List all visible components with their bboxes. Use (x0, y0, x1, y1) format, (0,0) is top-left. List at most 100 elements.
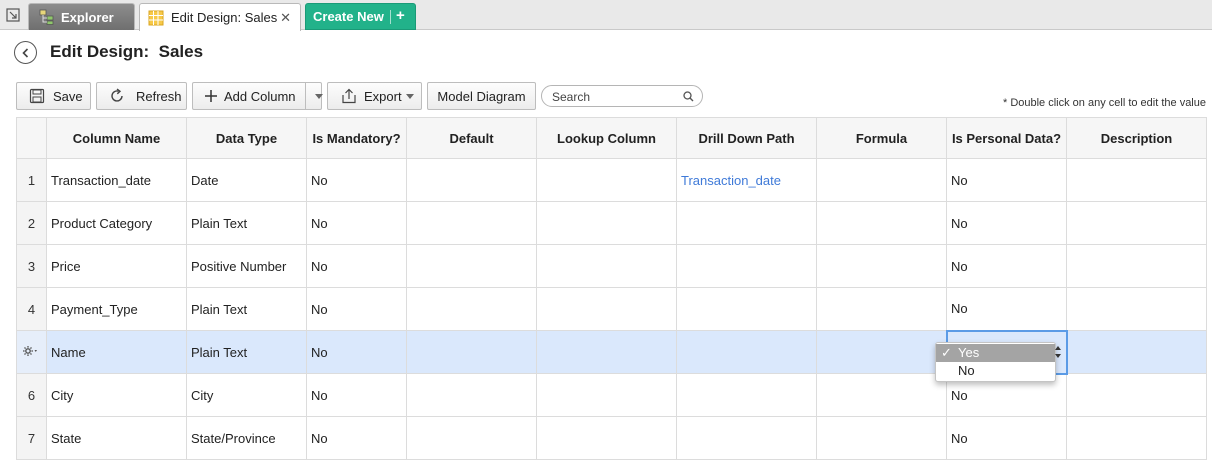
cell-mandatory[interactable]: No (306, 330, 407, 374)
cell-drill-down[interactable] (676, 244, 817, 288)
cell-default[interactable] (406, 330, 537, 374)
table-row[interactable]: 7 State State/Province No No (16, 416, 1207, 460)
plus-icon[interactable]: + (396, 7, 405, 24)
cell-mandatory[interactable]: No (306, 416, 407, 460)
cell-drill-down[interactable] (676, 201, 817, 245)
search-icon[interactable] (683, 91, 694, 102)
model-diagram-button[interactable]: Model Diagram (427, 82, 536, 110)
column-header[interactable]: Is Personal Data? (946, 117, 1067, 159)
column-header[interactable]: Drill Down Path (676, 117, 817, 159)
personal-data-dropdown[interactable]: ✓ Yes No (935, 342, 1056, 382)
cell-data-type[interactable]: City (186, 373, 307, 417)
column-header[interactable]: Description (1066, 117, 1207, 159)
cell-personal-data[interactable]: No (946, 287, 1067, 331)
cell-drill-down[interactable] (676, 330, 817, 374)
cell-column-name[interactable]: Transaction_date (46, 158, 187, 202)
cell-personal-data[interactable]: No (946, 201, 1067, 245)
column-header[interactable]: Lookup Column (536, 117, 677, 159)
search-box[interactable] (541, 85, 703, 107)
cell-lookup[interactable] (536, 244, 677, 288)
cell-description[interactable] (1066, 244, 1207, 288)
collapse-panel-icon[interactable] (6, 8, 20, 22)
dropdown-option-no[interactable]: No (936, 362, 1055, 380)
cell-personal-data[interactable]: No (946, 158, 1067, 202)
cell-formula[interactable] (816, 201, 947, 245)
cell-default[interactable] (406, 201, 537, 245)
dropdown-option-yes[interactable]: ✓ Yes (936, 344, 1055, 362)
table-row[interactable]: 4 Payment_Type Plain Text No No (16, 287, 1207, 331)
row-number: 6 (16, 373, 47, 417)
cell-data-type[interactable]: Date (186, 158, 307, 202)
cell-mandatory[interactable]: No (306, 287, 407, 331)
export-button[interactable]: Export (327, 82, 422, 110)
cell-description[interactable] (1066, 416, 1207, 460)
cell-column-name[interactable]: Product Category (46, 201, 187, 245)
cell-mandatory[interactable]: No (306, 201, 407, 245)
cell-formula[interactable] (816, 244, 947, 288)
add-column-button[interactable]: Add Column (192, 82, 323, 110)
header-row: Column Name Data Type Is Mandatory? Defa… (16, 117, 1207, 159)
cell-column-name[interactable]: State (46, 416, 187, 460)
cell-lookup[interactable] (536, 373, 677, 417)
cell-lookup[interactable] (536, 158, 677, 202)
cell-personal-data[interactable]: No (946, 244, 1067, 288)
cell-description[interactable] (1066, 158, 1207, 202)
column-header[interactable]: Formula (816, 117, 947, 159)
column-header[interactable]: Is Mandatory? (306, 117, 407, 159)
cell-data-type[interactable]: Plain Text (186, 201, 307, 245)
cell-column-name[interactable]: Price (46, 244, 187, 288)
tab-edit-design[interactable]: Edit Design: Sales ✕ (139, 3, 301, 31)
cell-default[interactable] (406, 158, 537, 202)
column-header[interactable]: Default (406, 117, 537, 159)
cell-mandatory[interactable]: No (306, 244, 407, 288)
column-header[interactable]: Column Name (46, 117, 187, 159)
cell-data-type[interactable]: Plain Text (186, 330, 307, 374)
cell-formula[interactable] (816, 416, 947, 460)
cell-mandatory[interactable]: No (306, 158, 407, 202)
cell-column-name[interactable]: Name (46, 330, 187, 374)
back-button[interactable] (14, 41, 37, 64)
column-header[interactable]: Data Type (186, 117, 307, 159)
cell-default[interactable] (406, 416, 537, 460)
refresh-button[interactable]: Refresh (96, 82, 187, 110)
add-column-dropdown[interactable] (305, 83, 323, 109)
cell-description[interactable] (1066, 287, 1207, 331)
cell-description[interactable] (1066, 330, 1207, 374)
drill-down-link[interactable]: Transaction_date (681, 173, 781, 188)
close-icon[interactable]: ✕ (280, 10, 291, 26)
tab-explorer[interactable]: Explorer (28, 3, 135, 30)
cell-data-type[interactable]: Positive Number (186, 244, 307, 288)
cell-lookup[interactable] (536, 330, 677, 374)
select-arrows-icon[interactable] (1053, 343, 1063, 361)
cell-default[interactable] (406, 244, 537, 288)
cell-lookup[interactable] (536, 201, 677, 245)
cell-formula[interactable] (816, 158, 947, 202)
cell-lookup[interactable] (536, 416, 677, 460)
cell-description[interactable] (1066, 373, 1207, 417)
table-row[interactable]: 2 Product Category Plain Text No No (16, 201, 1207, 245)
cell-drill-down[interactable]: Transaction_date (676, 158, 817, 202)
cell-column-name[interactable]: Payment_Type (46, 287, 187, 331)
gear-icon[interactable] (22, 345, 38, 360)
cell-drill-down[interactable] (676, 287, 817, 331)
cell-column-name[interactable]: City (46, 373, 187, 417)
cell-description[interactable] (1066, 201, 1207, 245)
page-title: Edit Design: Sales (50, 42, 204, 61)
create-new-button[interactable]: Create New + (305, 3, 416, 30)
save-button[interactable]: Save (16, 82, 91, 110)
cell-formula[interactable] (816, 287, 947, 331)
cell-data-type[interactable]: Plain Text (186, 287, 307, 331)
table-row[interactable]: 1 Transaction_date Date No Transaction_d… (16, 158, 1207, 202)
cell-drill-down[interactable] (676, 373, 817, 417)
cell-formula[interactable] (816, 373, 947, 417)
table-row[interactable]: 3 Price Positive Number No No (16, 244, 1207, 288)
search-input[interactable] (552, 89, 677, 104)
cell-default[interactable] (406, 287, 537, 331)
cell-formula[interactable] (816, 330, 947, 374)
cell-data-type[interactable]: State/Province (186, 416, 307, 460)
cell-mandatory[interactable]: No (306, 373, 407, 417)
cell-default[interactable] (406, 373, 537, 417)
cell-personal-data[interactable]: No (946, 416, 1067, 460)
cell-lookup[interactable] (536, 287, 677, 331)
cell-drill-down[interactable] (676, 416, 817, 460)
